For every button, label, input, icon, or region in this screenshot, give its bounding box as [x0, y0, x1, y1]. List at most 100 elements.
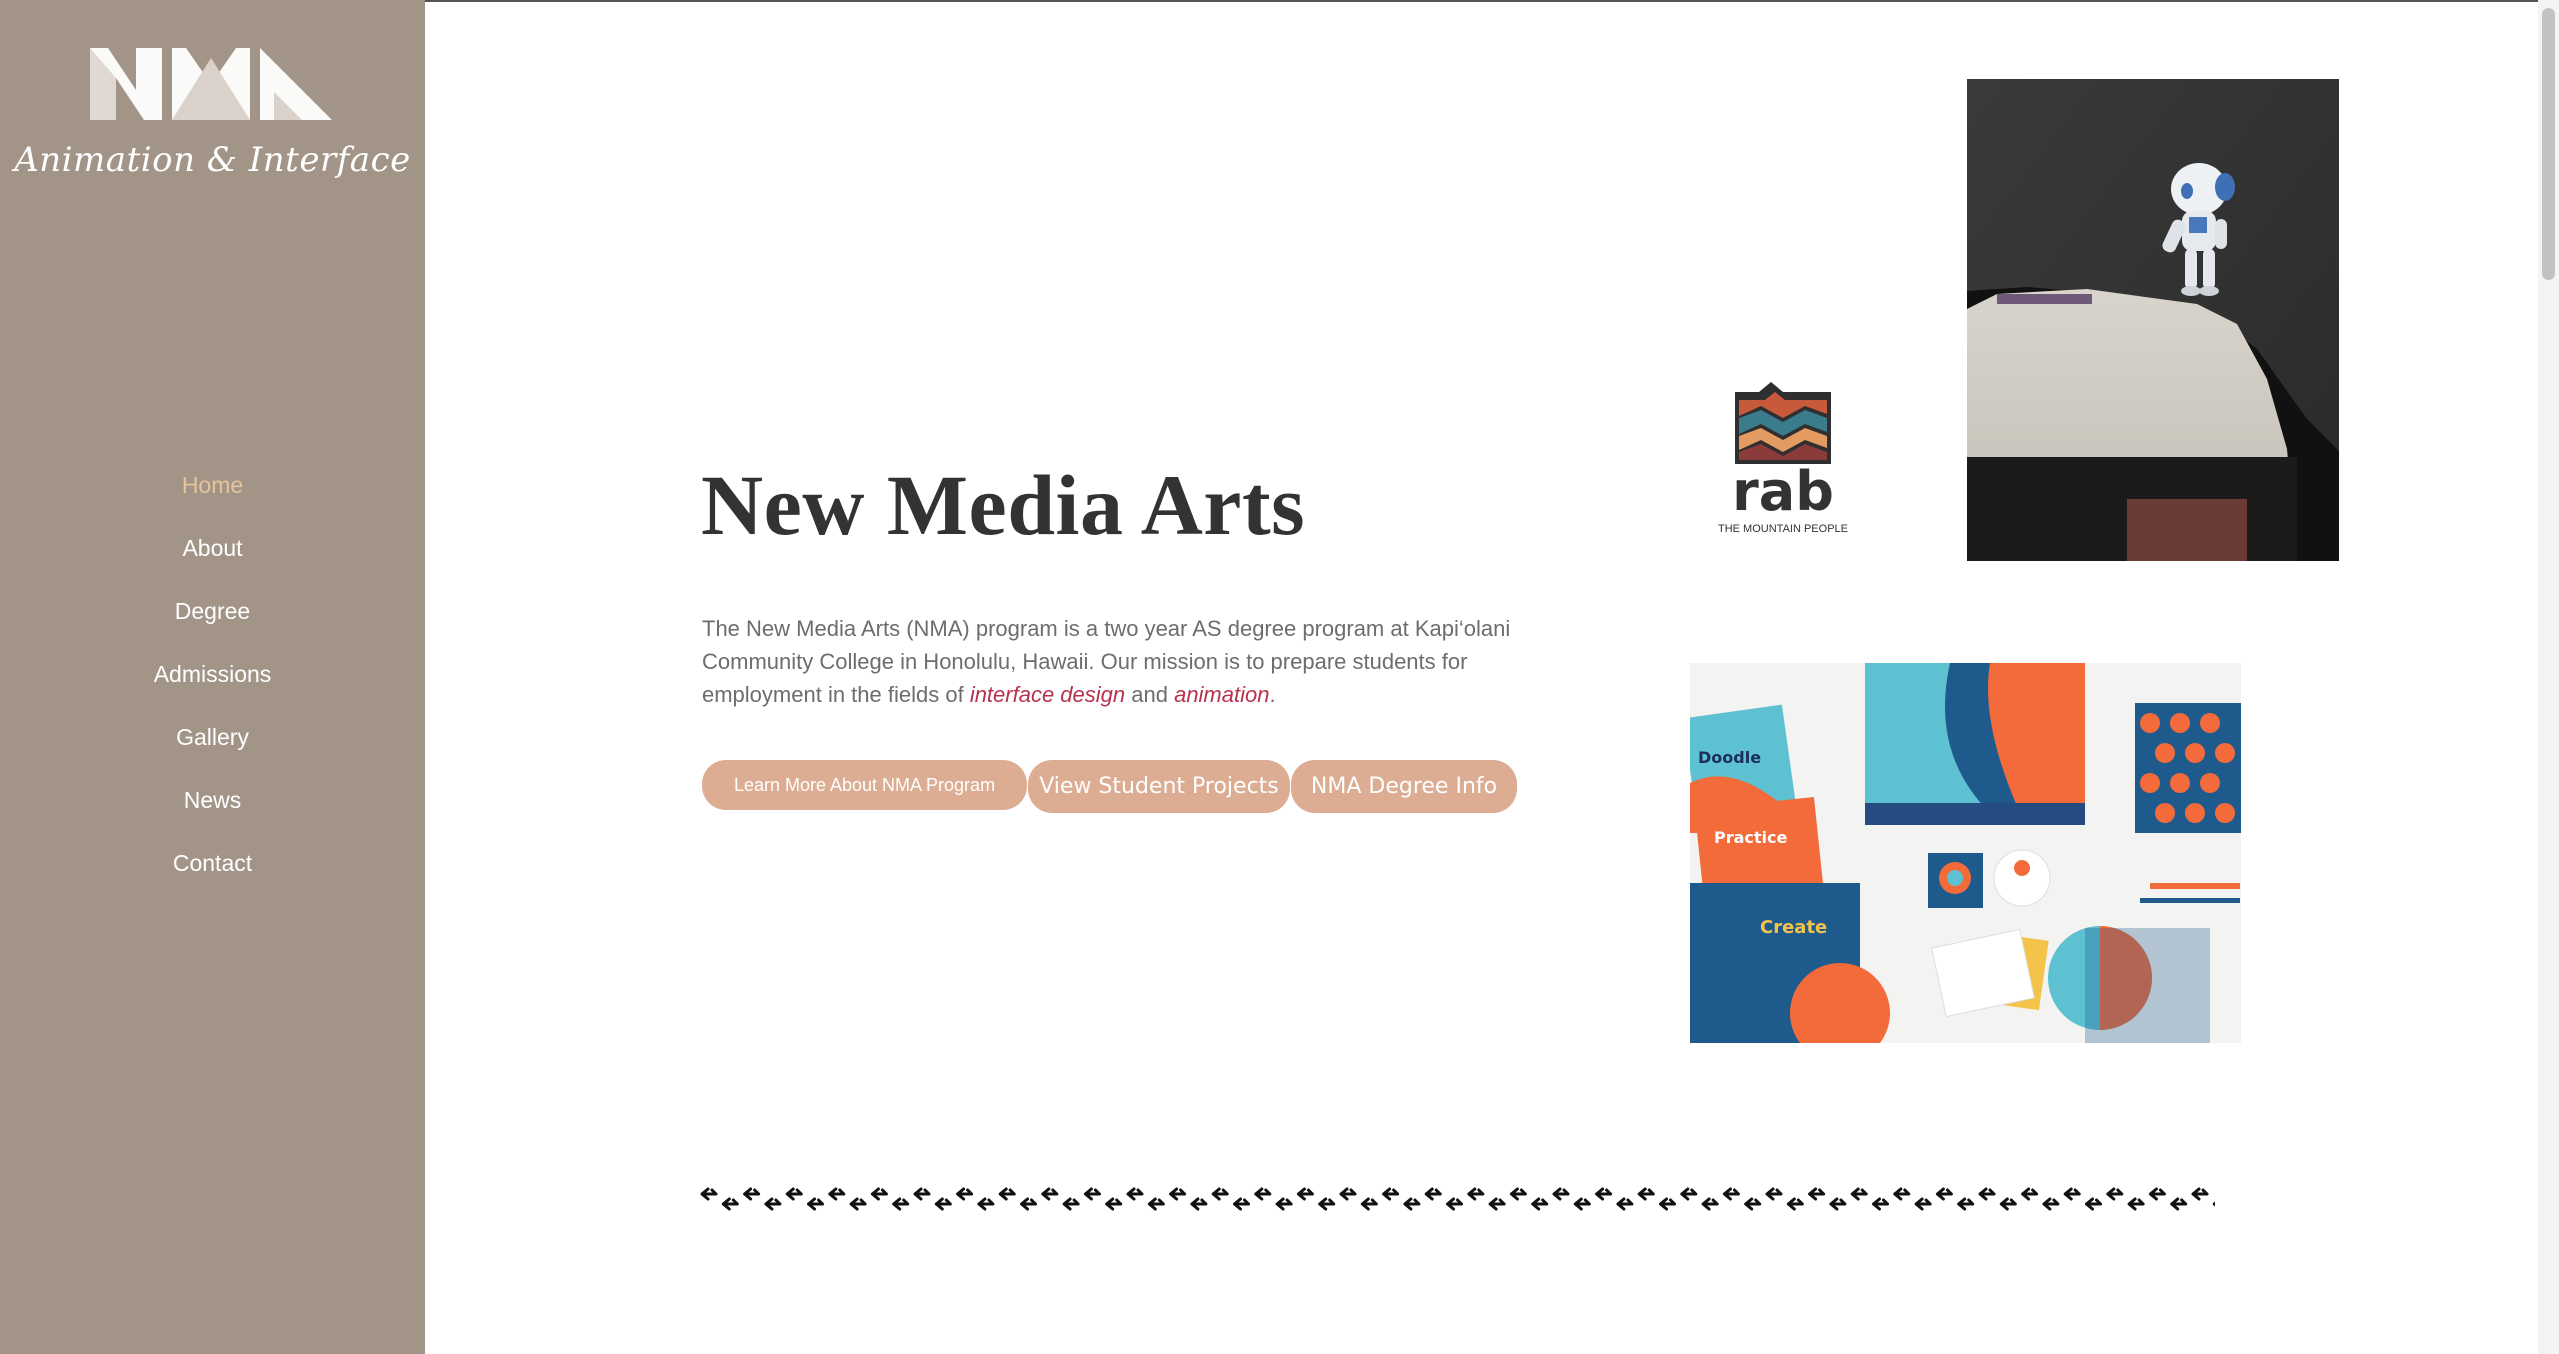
divider-arrow	[1786, 1197, 1804, 1211]
divider-arrow	[1233, 1197, 1250, 1211]
divider-arrow	[1957, 1197, 1975, 1211]
branding-collage-image[interactable]: Doodle Practice Create	[1690, 663, 2241, 1043]
divider-arrow	[1765, 1187, 1783, 1201]
divider-arrow	[1318, 1197, 1336, 1211]
divider-arrow	[721, 1197, 739, 1211]
scrollbar-thumb[interactable]	[2542, 8, 2555, 280]
divider-arrow	[1744, 1197, 1762, 1211]
divider-arrow	[1467, 1187, 1485, 1201]
divider-arrow	[1360, 1197, 1378, 1211]
robot-photo-graphic	[1967, 79, 2339, 561]
student-projects-button[interactable]: View Student Projects	[1028, 760, 1290, 813]
divider-arrow	[1446, 1197, 1463, 1211]
divider-arrow	[828, 1187, 846, 1201]
divider-arrow	[1147, 1197, 1165, 1211]
divider-arrow	[2212, 1201, 2215, 1207]
divider-arrow	[1531, 1197, 1549, 1211]
rab-wordmark: rab	[1732, 460, 1834, 523]
collage-doodle: Doodle	[1698, 748, 1761, 767]
degree-info-button[interactable]: NMA Degree Info	[1291, 760, 1517, 813]
divider-arrow	[2021, 1187, 2039, 1201]
nav-admissions[interactable]: Admissions	[0, 654, 425, 717]
interface-design-link[interactable]: interface design	[970, 682, 1125, 707]
divider-arrow	[1680, 1187, 1698, 1201]
divider-arrow	[1126, 1187, 1144, 1201]
divider-arrow	[1616, 1197, 1634, 1211]
divider-arrow	[1041, 1187, 1059, 1201]
divider-arrow	[1637, 1187, 1655, 1201]
divider-arrow	[1339, 1187, 1357, 1201]
divider-arrow	[1083, 1187, 1101, 1201]
nav-news[interactable]: News	[0, 780, 425, 843]
divider-arrow	[2042, 1197, 2060, 1211]
divider-arrow	[700, 1187, 718, 1201]
divider-arrow	[1275, 1197, 1293, 1211]
divider-arrow	[892, 1197, 910, 1211]
divider-arrow	[807, 1197, 824, 1211]
rab-subtitle: THE MOUNTAIN PEOPLE	[1718, 523, 1848, 535]
nav-gallery[interactable]: Gallery	[0, 717, 425, 780]
divider-arrow	[1701, 1197, 1719, 1211]
branding-collage-graphic: Doodle Practice Create	[1690, 663, 2241, 1043]
main-nav: Home About Degree Admissions Gallery New…	[0, 465, 425, 906]
divider-arrow	[2127, 1197, 2145, 1211]
divider-arrow	[2170, 1197, 2188, 1211]
divider-arrow	[998, 1187, 1016, 1201]
divider-arrow	[1424, 1187, 1442, 1201]
learn-more-button[interactable]: Learn More About NMA Program	[702, 760, 1027, 810]
rab-logo-image[interactable]: rab THE MOUNTAIN PEOPLE	[1620, 290, 1940, 620]
divider-arrow	[2191, 1187, 2209, 1201]
nav-degree[interactable]: Degree	[0, 591, 425, 654]
divider-arrow	[764, 1197, 782, 1211]
divider-arrow	[1062, 1197, 1080, 1211]
divider-arrow	[1978, 1187, 1996, 1201]
scrollbar[interactable]	[2538, 0, 2559, 1354]
divider-arrow	[1722, 1187, 1740, 1201]
intro-text: The New Media Arts (NMA) program is a tw…	[702, 612, 1532, 711]
divider-arrow	[849, 1197, 867, 1211]
divider-arrow	[1020, 1197, 1037, 1211]
decorative-arrow-divider	[700, 1187, 2215, 1211]
divider-arrow	[1829, 1197, 1847, 1211]
divider-arrow	[2063, 1187, 2081, 1201]
divider-arrow	[1999, 1197, 2017, 1211]
divider-arrow	[1573, 1197, 1591, 1211]
animation-link[interactable]: animation	[1174, 682, 1269, 707]
robot-photo[interactable]	[1967, 79, 2339, 561]
intro-text-part: and	[1125, 682, 1175, 707]
intro-text-part: .	[1269, 682, 1276, 707]
divider-arrow	[785, 1187, 803, 1201]
divider-arrow	[1488, 1197, 1506, 1211]
divider-arrow	[1850, 1187, 1868, 1201]
nav-about[interactable]: About	[0, 528, 425, 591]
divider-arrow	[913, 1187, 931, 1201]
divider-arrow	[1190, 1197, 1208, 1211]
divider-arrow	[1808, 1187, 1826, 1201]
divider-arrow	[2106, 1187, 2124, 1201]
divider-arrow	[1935, 1187, 1953, 1201]
divider-arrow	[1509, 1187, 1527, 1201]
divider-arrow	[1169, 1187, 1187, 1201]
sidebar: Animation & Interface Home About Degree …	[0, 0, 425, 1354]
rab-logo-graphic: rab THE MOUNTAIN PEOPLE	[1620, 290, 1940, 620]
divider-arrow	[1105, 1197, 1123, 1211]
divider-arrow	[1382, 1187, 1400, 1201]
divider-arrow	[1211, 1187, 1229, 1201]
divider-arrow	[977, 1197, 995, 1211]
divider-arrow	[1893, 1187, 1911, 1201]
divider-arrow	[1914, 1197, 1932, 1211]
page-title: New Media Arts	[701, 457, 1306, 553]
divider-arrow	[956, 1187, 974, 1201]
collage-create: Create	[1760, 917, 1827, 938]
divider-arrow	[743, 1187, 761, 1201]
divider-arrow	[870, 1187, 888, 1201]
divider-arrow	[934, 1197, 952, 1211]
nav-contact[interactable]: Contact	[0, 843, 425, 906]
divider-arrow	[1552, 1187, 1570, 1201]
nav-home[interactable]: Home	[0, 465, 425, 528]
nma-logo[interactable]	[90, 48, 332, 120]
tagline: Animation & Interface	[14, 140, 411, 180]
divider-arrow	[1872, 1197, 1889, 1211]
divider-arrow	[1254, 1187, 1272, 1201]
divider-arrow	[2148, 1187, 2166, 1201]
